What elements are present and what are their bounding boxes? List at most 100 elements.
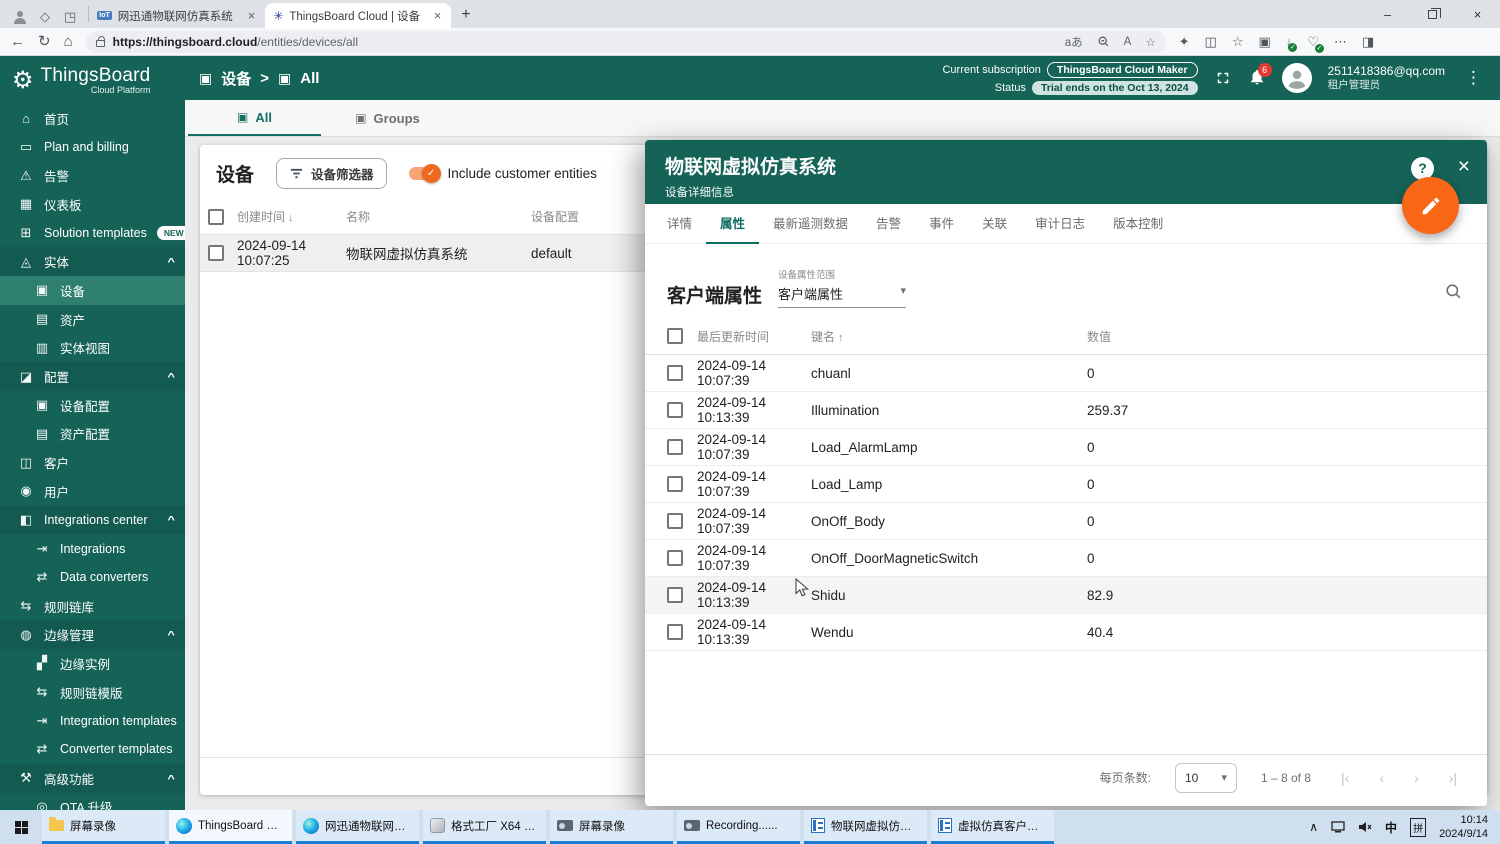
sidebar-item-home[interactable]: ⌂首页 [0,104,185,133]
sidebar-item-converter-templates[interactable]: ⇄Converter templates [0,735,185,764]
downloads-icon[interactable]: ↓ [1286,34,1293,49]
row-checkbox[interactable] [208,245,224,261]
user-info[interactable]: 2511418386@qq.com 租户管理员 [1328,64,1445,92]
attribute-row[interactable]: 2024-09-14 10:07:39 OnOff_DoorMagneticSw… [645,540,1487,577]
sidebar-item-integrations[interactable]: ⇥Integrations [0,534,185,563]
sidebar-item-ota-updates[interactable]: ◎OTA 升级 [0,793,185,811]
taskbar-item-iot-sim-site[interactable]: 网迅通物联网仿真... [296,810,419,844]
sidebar-item-integrations-center[interactable]: ◧Integrations center^ [0,506,185,535]
column-key[interactable]: 键名↑ [811,328,1087,345]
kebab-menu-icon[interactable]: ⋮ [1461,68,1486,88]
tab-audit-logs[interactable]: 审计日志 [1021,213,1099,243]
sidebar-item-rule-chain-templates[interactable]: ⇆规则链模版 [0,678,185,707]
sidebar-panel-icon[interactable]: ◨ [1362,34,1374,50]
sidebar-item-advanced-features[interactable]: ⚒高级功能^ [0,764,185,793]
sidebar-item-rule-chains[interactable]: ⇆规则链库 [0,592,185,621]
tray-chevron-icon[interactable]: ∧ [1309,820,1318,834]
address-bar[interactable]: https://thingsboard.cloud/entities/devic… [86,31,1166,53]
network-icon[interactable] [1331,821,1345,833]
tab-version-control[interactable]: 版本控制 [1099,213,1177,243]
column-value[interactable]: 数值 [1087,328,1487,345]
tab-attributes[interactable]: 属性 [706,213,759,244]
sidebar-item-entities[interactable]: ◬实体^ [0,247,185,276]
tab-all[interactable]: ▣ All [188,100,321,136]
home-button[interactable]: ⌂ [64,34,73,49]
split-screen-icon[interactable]: ◫ [1205,34,1217,50]
column-name[interactable]: 名称 [346,208,531,225]
prev-page-button[interactable]: ‹ [1379,770,1384,786]
bookmark-star-icon[interactable]: ☆ [1145,35,1155,49]
new-tab-button[interactable]: + [451,6,480,28]
extensions-icon[interactable]: ✦ [1179,34,1190,50]
settings-more-icon[interactable]: ⋯ [1334,34,1347,50]
collections-icon[interactable]: ▣ [1259,34,1271,50]
back-button[interactable]: ← [10,34,25,49]
pinyin-ime-icon[interactable]: 拼 [1410,818,1426,837]
page-size-select[interactable]: 10 ▾ [1175,763,1237,793]
volume-muted-icon[interactable] [1358,821,1372,833]
taskbar-item-thingsboard[interactable]: ThingsBoard Clo... [169,810,292,844]
tab-events[interactable]: 事件 [915,213,968,243]
column-created-time[interactable]: 创建时间↓ [237,208,346,225]
sidebar-item-solution-templates[interactable]: ⊞Solution templatesNEW [0,219,185,248]
attribute-scope-select[interactable]: 设备属性范围 客户端属性 ▾ [778,266,906,308]
avatar[interactable] [1282,63,1312,93]
column-last-update[interactable]: 最后更新时间 [697,328,811,345]
attribute-row[interactable]: 2024-09-14 10:07:39 chuanl 0 [645,355,1487,392]
sidebar-item-edge-management[interactable]: ◍边缘管理^ [0,620,185,649]
search-button[interactable] [1444,282,1463,308]
breadcrumb-devices[interactable]: 设备 [221,68,251,89]
row-checkbox[interactable] [667,624,683,640]
browser-tab-iot-sim[interactable]: IoT 网迅通物联网仿真系统 × [89,3,265,28]
sidebar-item-assets[interactable]: ▤资产 [0,305,185,334]
attribute-row[interactable]: 2024-09-14 10:13:39 Illumination 259.37 [645,392,1487,429]
sidebar-item-device-profiles[interactable]: ▣设备配置 [0,391,185,420]
row-checkbox[interactable] [667,439,683,455]
attribute-row[interactable]: 2024-09-14 10:13:39 Shidu 82.9 [645,577,1487,614]
sidebar-item-plan-billing[interactable]: ▭Plan and billing [0,133,185,162]
thingsboard-logo[interactable]: ⚙ ThingsBoard Cloud Platform [0,56,185,104]
sidebar-item-dashboards[interactable]: ▦仪表板 [0,190,185,219]
first-page-button[interactable]: |‹ [1341,770,1349,786]
tab-alarms[interactable]: 告警 [862,213,915,243]
close-tab-icon[interactable]: × [246,8,258,23]
sidebar-item-edge-instances[interactable]: ▞边缘实例 [0,649,185,678]
breadcrumb-all[interactable]: All [300,70,319,87]
attribute-row[interactable]: 2024-09-14 10:13:39 Wendu 40.4 [645,614,1487,651]
restore-button[interactable] [1410,0,1455,28]
tab-relations[interactable]: 关联 [968,213,1021,243]
taskbar-item-iot-sim-app[interactable]: 物联网虚拟仿真系... [804,810,927,844]
taskbar-item-recording[interactable]: Recording...... [677,810,800,844]
row-checkbox[interactable] [667,550,683,566]
browser-tab-thingsboard[interactable]: ✳ ThingsBoard Cloud | 设备 × [265,3,451,28]
tab-groups[interactable]: ▣ Groups [321,100,454,136]
select-all-checkbox[interactable] [667,328,683,344]
tab-details[interactable]: 详情 [653,213,706,243]
sidebar-item-devices[interactable]: ▣设备 [0,276,185,305]
last-page-button[interactable]: ›| [1449,770,1457,786]
translate-icon[interactable]: aあ [1065,34,1083,50]
tab-actions-icon[interactable]: ◳ [64,10,76,23]
favorites-icon[interactable]: ☆ [1232,34,1244,50]
workspaces-icon[interactable]: ◇ [40,10,50,23]
sidebar-item-alarms[interactable]: ⚠告警 [0,161,185,190]
profile-icon[interactable] [14,11,26,23]
sidebar-item-asset-profiles[interactable]: ▤资产配置 [0,420,185,449]
include-customer-entities-toggle[interactable]: ✓ [409,167,439,180]
close-drawer-button[interactable]: × [1458,155,1470,179]
attribute-row[interactable]: 2024-09-14 10:07:39 OnOff_Body 0 [645,503,1487,540]
taskbar-item-format-factory[interactable]: 格式工厂 X64 5.17 [423,810,546,844]
sidebar-item-customers[interactable]: ◫客户 [0,448,185,477]
browser-essentials-icon[interactable]: ♡ [1307,34,1319,50]
row-checkbox[interactable] [667,402,683,418]
taskbar-clock[interactable]: 10:14 2024/9/14 [1439,813,1488,842]
tab-latest-telemetry[interactable]: 最新遥测数据 [759,213,862,243]
select-all-checkbox[interactable] [208,209,224,225]
attribute-row[interactable]: 2024-09-14 10:07:39 Load_Lamp 0 [645,466,1487,503]
taskbar-item-screen-recorder[interactable]: 屏幕录像 [550,810,673,844]
start-button[interactable] [0,810,42,844]
row-checkbox[interactable] [667,476,683,492]
taskbar-item-screen-record-folder[interactable]: 屏幕录像 [42,810,165,844]
sidebar-item-profiles[interactable]: ◪配置^ [0,362,185,391]
edit-fab-button[interactable] [1402,177,1459,234]
